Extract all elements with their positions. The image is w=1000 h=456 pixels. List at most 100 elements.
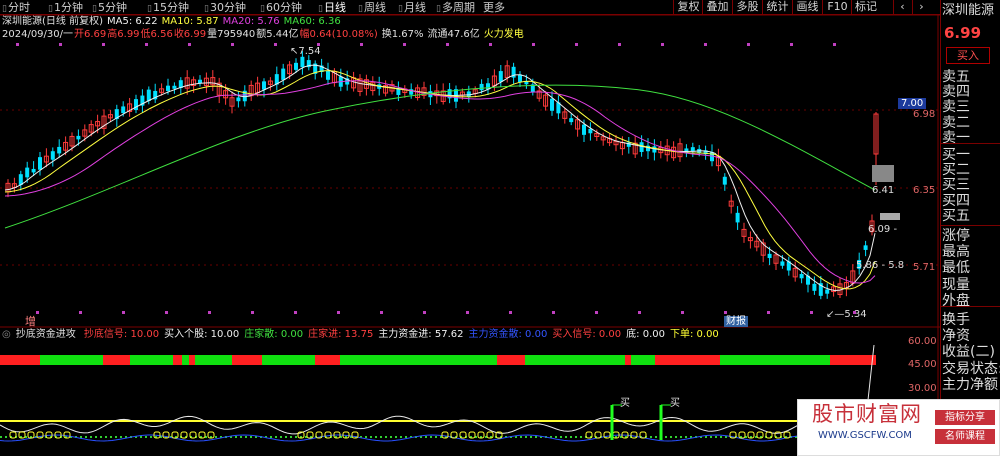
signal-dot	[595, 311, 598, 314]
signal-dot	[810, 311, 813, 314]
signal-dot	[466, 311, 469, 314]
signal-dot	[489, 43, 492, 46]
signal-strip-segment	[173, 355, 182, 365]
price-marker-box	[880, 213, 900, 220]
high-price-value: 7.54	[298, 46, 321, 57]
indicator-name[interactable]: 抄底资金进攻	[16, 329, 76, 340]
order-book-row: 买三	[942, 177, 970, 194]
signal-strip-segment	[262, 355, 315, 365]
order-book-row: 卖二	[942, 114, 970, 131]
signal-strip-segment	[315, 355, 340, 365]
signal-strip-segment	[525, 355, 625, 365]
side-divider	[941, 143, 1000, 144]
candle-body	[812, 283, 817, 291]
signal-dot	[681, 311, 684, 314]
signal-strip-segment	[655, 355, 720, 365]
candle-body	[722, 176, 727, 185]
order-book-row: 买二	[942, 162, 970, 179]
signal-strip-segment	[189, 355, 195, 365]
signal-dot	[231, 43, 234, 46]
price-axis-label-698: 6.98	[913, 109, 936, 120]
signal-strip-segment	[130, 355, 173, 365]
candle-body	[479, 83, 484, 91]
signal-strip-segment	[720, 355, 830, 365]
candle-body	[780, 261, 785, 266]
candle-body	[146, 89, 151, 101]
signal-dot	[102, 43, 105, 46]
signal-strip-segment	[631, 355, 655, 365]
low-price-value: 5.34	[844, 309, 867, 320]
signal-dot	[638, 311, 641, 314]
signal-dot	[833, 43, 836, 46]
side-divider	[941, 225, 1000, 226]
signal-dot	[337, 311, 340, 314]
indicator-value-6: 买入信号: 0.00	[552, 329, 622, 340]
candle-body	[172, 85, 177, 89]
candle-body	[50, 151, 55, 160]
signal-dot	[532, 43, 535, 46]
watermark-badge-indicator-share: 指标分享	[935, 410, 995, 425]
indicator-axis-45: 45.00	[908, 359, 937, 370]
signal-dot	[552, 311, 555, 314]
indicator-settings-icon[interactable]: ◎	[2, 329, 11, 340]
kline-chart[interactable]	[0, 0, 940, 456]
indicator-value-5: 主力资金散: 0.00	[468, 329, 548, 340]
financial-report-marker[interactable]: 财报	[724, 316, 748, 327]
signal-dot	[767, 311, 770, 314]
stat-row: 外盘	[942, 292, 970, 309]
indicator-value-0: 抄底信号: 10.00	[83, 329, 160, 340]
buy-button[interactable]: 买入	[946, 47, 990, 64]
indicator-axis-60: 60.00	[908, 336, 937, 347]
signal-dot	[704, 43, 707, 46]
signal-dot	[165, 311, 168, 314]
price-marker-box	[872, 165, 894, 182]
candle-body	[550, 98, 554, 111]
signal-dot	[618, 43, 621, 46]
candle-body	[57, 146, 62, 154]
stat-row: 现量	[942, 276, 970, 293]
low-price-mark: ↙—5.34	[826, 309, 867, 320]
candle-body	[588, 128, 593, 134]
price-tag-609: 6.09 -	[868, 224, 898, 235]
side-stock-price: 6.99	[944, 24, 982, 42]
candle-body	[76, 135, 81, 140]
candle-body	[735, 212, 740, 223]
buy-signal-label-2: 买	[670, 398, 680, 409]
candle-body	[767, 253, 772, 259]
signal-dot	[575, 43, 578, 46]
signal-dot	[208, 311, 211, 314]
shareholding-increase-marker[interactable]: 增	[25, 316, 36, 327]
signal-dot	[747, 43, 750, 46]
watermark-logo-text: 股市财富网	[812, 402, 922, 426]
order-book-row: 买四	[942, 192, 970, 209]
signal-dot	[509, 311, 512, 314]
candle-body	[498, 71, 503, 82]
indicator-value-7: 底: 0.00	[626, 329, 665, 340]
signal-dot	[403, 43, 406, 46]
price-axis-label-700: 7.00	[898, 98, 927, 109]
order-book-row: 买五	[942, 207, 970, 224]
candle-body	[326, 70, 330, 80]
signal-dot	[251, 311, 254, 314]
signal-dot	[724, 311, 727, 314]
candle-body	[799, 274, 804, 279]
stat-row: 最高	[942, 244, 970, 261]
watermark-badge-course: 名师课程	[935, 429, 995, 444]
signal-strip-segment	[497, 355, 525, 365]
signal-strip-segment	[830, 355, 876, 365]
signal-dot	[423, 311, 426, 314]
order-book-row: 卖三	[942, 99, 970, 116]
indicator-value-2: 庄家散: 0.00	[244, 329, 304, 340]
signal-dot	[122, 311, 125, 314]
candle-body	[236, 97, 241, 102]
stat-row: 收益(二)	[942, 344, 995, 361]
signal-strip-segment	[232, 355, 262, 365]
order-book-row: 卖五	[942, 69, 970, 85]
buy-signal-label-1: 买	[620, 398, 630, 409]
candle-body	[582, 124, 586, 135]
candle-body	[121, 106, 126, 114]
watermark-url: WWW.GSCFW.COM	[818, 430, 912, 441]
candle-body	[569, 118, 574, 123]
candle-body	[281, 68, 286, 80]
high-price-mark: ↖7.54	[290, 46, 321, 57]
